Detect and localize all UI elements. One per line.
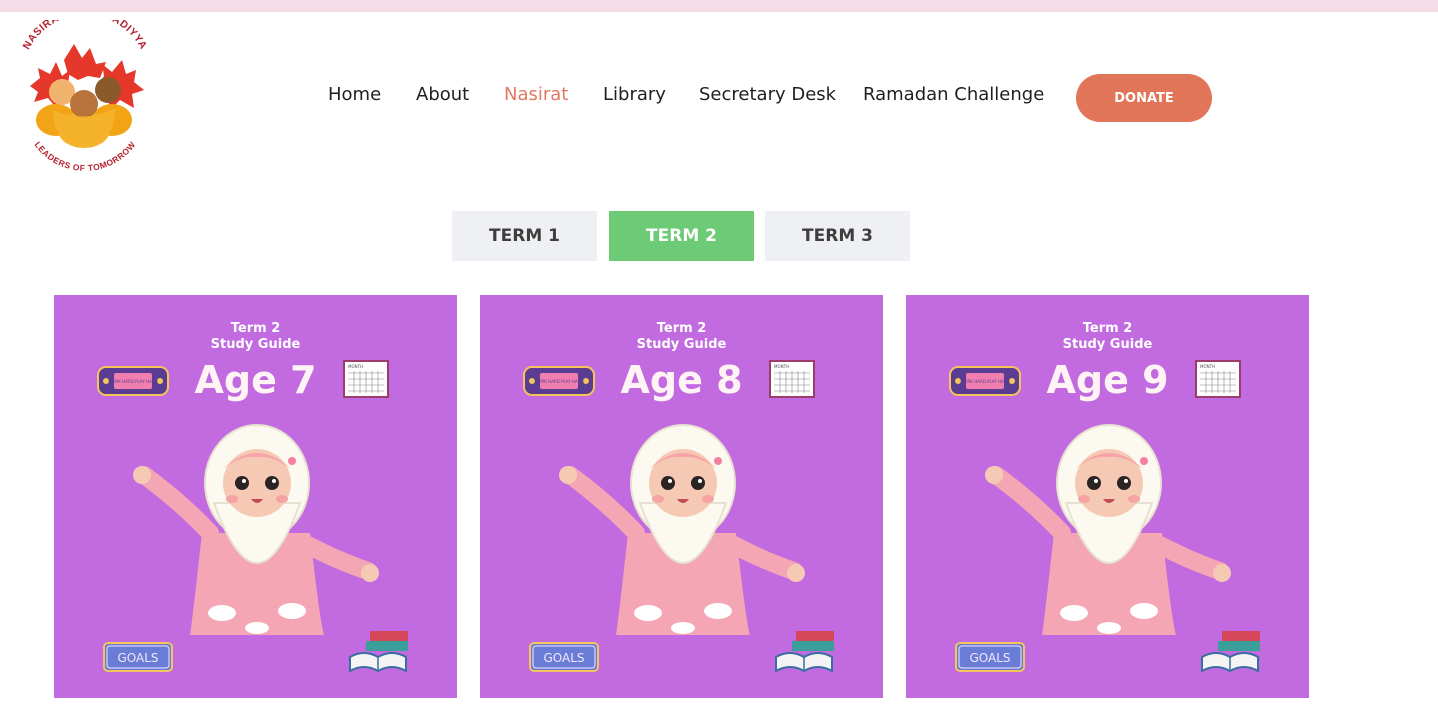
goals-sticker-icon: GOALS [955,642,1025,672]
goals-sticker-icon: GOALS [103,642,173,672]
main-navigation: Home About Nasirat Library Secretary Des… [0,84,1438,114]
calendar-sticker-text: MONTH [774,364,789,369]
girl-illustration [559,424,805,635]
nav-item-secretary-desk[interactable]: Secretary Desk [699,84,836,105]
nav-item-home[interactable]: Home [328,84,381,105]
goals-sticker-text: GOALS [543,651,584,665]
tab-term-1[interactable]: TERM 1 [452,211,597,261]
card-guide-label: Study Guide [210,337,301,352]
game-sticker-text: WORK HARD PLAY HARD [960,379,1009,384]
goals-sticker-text: GOALS [117,651,158,665]
study-guide-card[interactable]: Term 2 Study Guide Age 7 WORK HARD PLAY … [54,295,457,698]
card-term-label: Term 2 [230,321,281,336]
study-guide-card[interactable]: Term 2 Study Guide Age 8 WORK HARD PLAY … [480,295,883,698]
card-guide-label: Study Guide [636,337,727,352]
tab-term-3[interactable]: TERM 3 [765,211,910,261]
books-sticker-icon [349,631,408,673]
books-sticker-icon [1201,631,1260,673]
tab-term-2[interactable]: TERM 2 [609,211,754,261]
game-sticker-text: WORK HARD PLAY HARD [534,379,583,384]
nav-item-library[interactable]: Library [603,84,666,105]
card-term-label: Term 2 [1082,321,1133,336]
nav-item-nasirat[interactable]: Nasirat [504,84,568,105]
donate-button[interactable]: DONATE [1076,74,1212,122]
calendar-sticker-icon: MONTH [1195,360,1241,398]
nav-item-about[interactable]: About [416,84,469,105]
game-console-sticker-icon: WORK HARD PLAY HARD [97,366,169,396]
books-sticker-icon [775,631,834,673]
card-guide-label: Study Guide [1062,337,1153,352]
study-guide-card[interactable]: Term 2 Study Guide Age 9 WORK HARD PLAY … [906,295,1309,698]
calendar-sticker-icon: MONTH [769,360,815,398]
goals-sticker-icon: GOALS [529,642,599,672]
game-console-sticker-icon: WORK HARD PLAY HARD [949,366,1021,396]
logo-top-text: NASIRAT UL AHMADIYYA [21,20,149,52]
card-term-label: Term 2 [656,321,707,336]
goals-sticker-text: GOALS [969,651,1010,665]
nav-item-ramadan-challenge[interactable]: Ramadan Challenge [863,84,1044,105]
girl-illustration [133,424,379,635]
calendar-sticker-text: MONTH [348,364,363,369]
top-accent-bar [0,0,1438,12]
game-sticker-text: WORK HARD PLAY HARD [108,379,157,384]
calendar-sticker-text: MONTH [1200,364,1215,369]
calendar-sticker-icon: MONTH [343,360,389,398]
svg-text:NASIRAT UL AHMADIYYA: NASIRAT UL AHMADIYYA [21,20,150,52]
game-console-sticker-icon: WORK HARD PLAY HARD [523,366,595,396]
girl-illustration [985,424,1231,635]
